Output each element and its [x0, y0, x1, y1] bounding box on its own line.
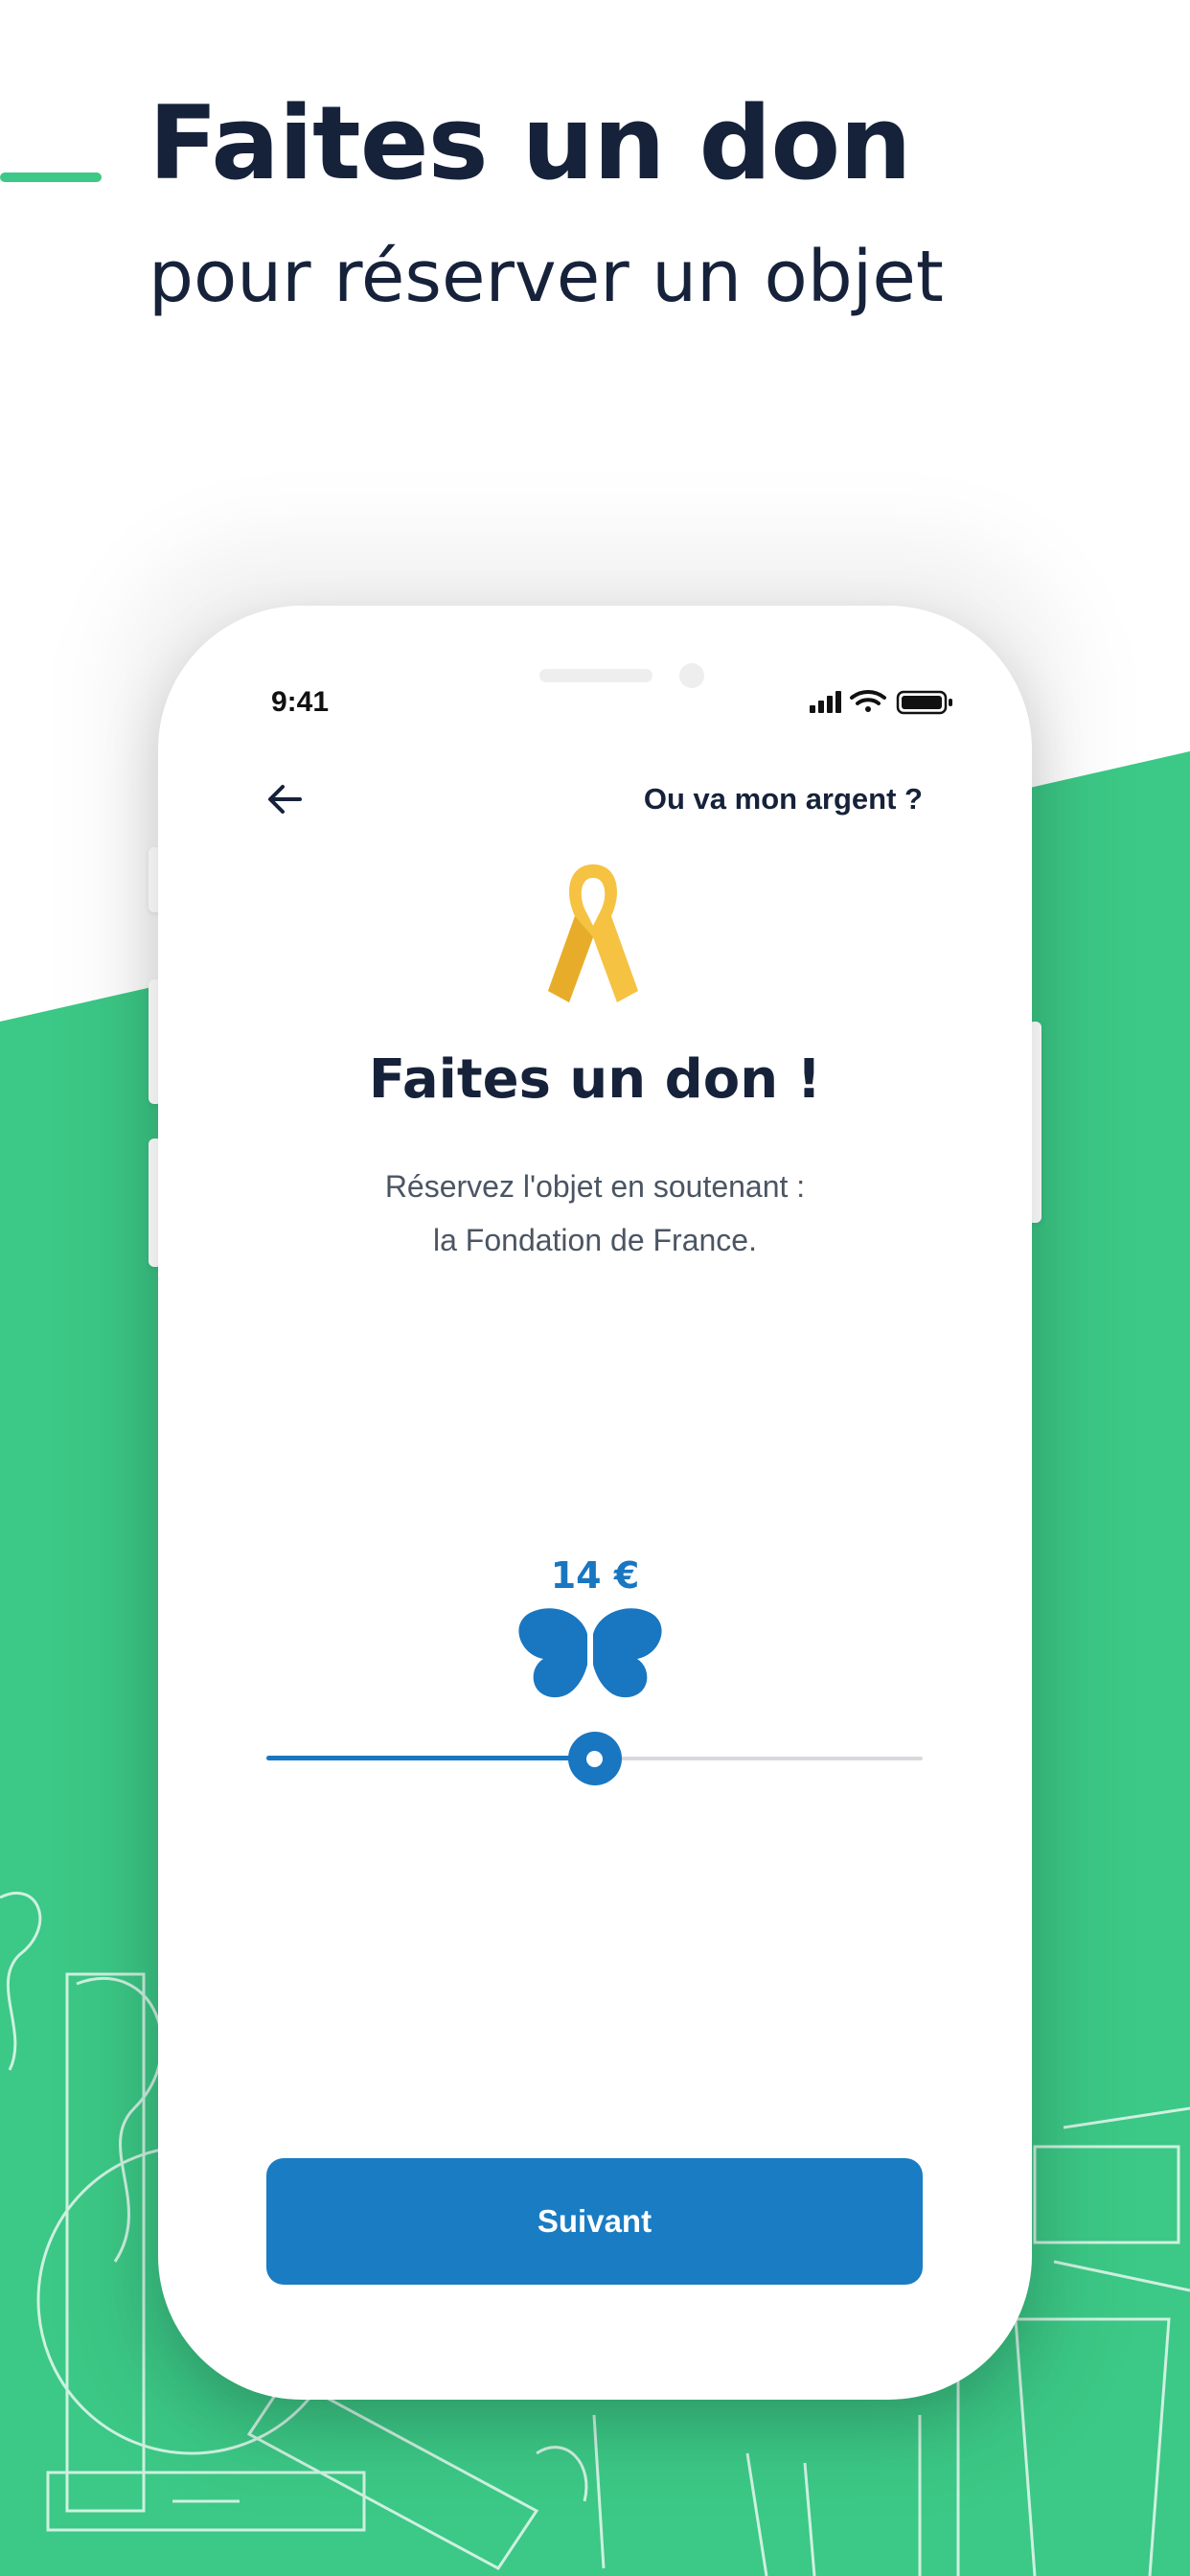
- description-line-2: la Fondation de France.: [433, 1223, 757, 1257]
- description-line-1: Réservez l'objet en soutenant :: [384, 1169, 806, 1204]
- donation-description: Réservez l'objet en soutenant : la Fonda…: [158, 1160, 1032, 1267]
- status-time: 9:41: [271, 686, 330, 718]
- marketing-headline: Faites un don: [149, 84, 912, 202]
- slider-track-fill: [266, 1756, 595, 1760]
- phone-camera: [679, 663, 704, 688]
- butterfly-icon: [518, 1608, 662, 1698]
- phone-frame: 9:41 Ou va mon argent ? Faites un don ! …: [158, 606, 1032, 2400]
- wifi-icon: [850, 690, 886, 712]
- signal-icon: [810, 691, 841, 713]
- arrow-left-icon[interactable]: [262, 776, 308, 822]
- next-button[interactable]: Suivant: [266, 2158, 923, 2285]
- slider-thumb-dot: [586, 1750, 603, 1767]
- where-does-my-money-go-link[interactable]: Ou va mon argent ?: [644, 782, 923, 816]
- donation-amount: 14 €: [550, 1554, 640, 1597]
- marketing-subheadline: pour réserver un objet: [149, 236, 944, 318]
- donation-amount-slider[interactable]: [266, 1732, 923, 1785]
- slider-thumb[interactable]: [567, 1732, 622, 1785]
- donation-title: Faites un don !: [368, 1048, 822, 1111]
- awareness-ribbon-icon: [548, 864, 638, 1002]
- accent-line: [0, 172, 102, 182]
- phone-speaker: [539, 669, 652, 682]
- battery-icon: [896, 690, 952, 715]
- status-icons: [810, 690, 952, 715]
